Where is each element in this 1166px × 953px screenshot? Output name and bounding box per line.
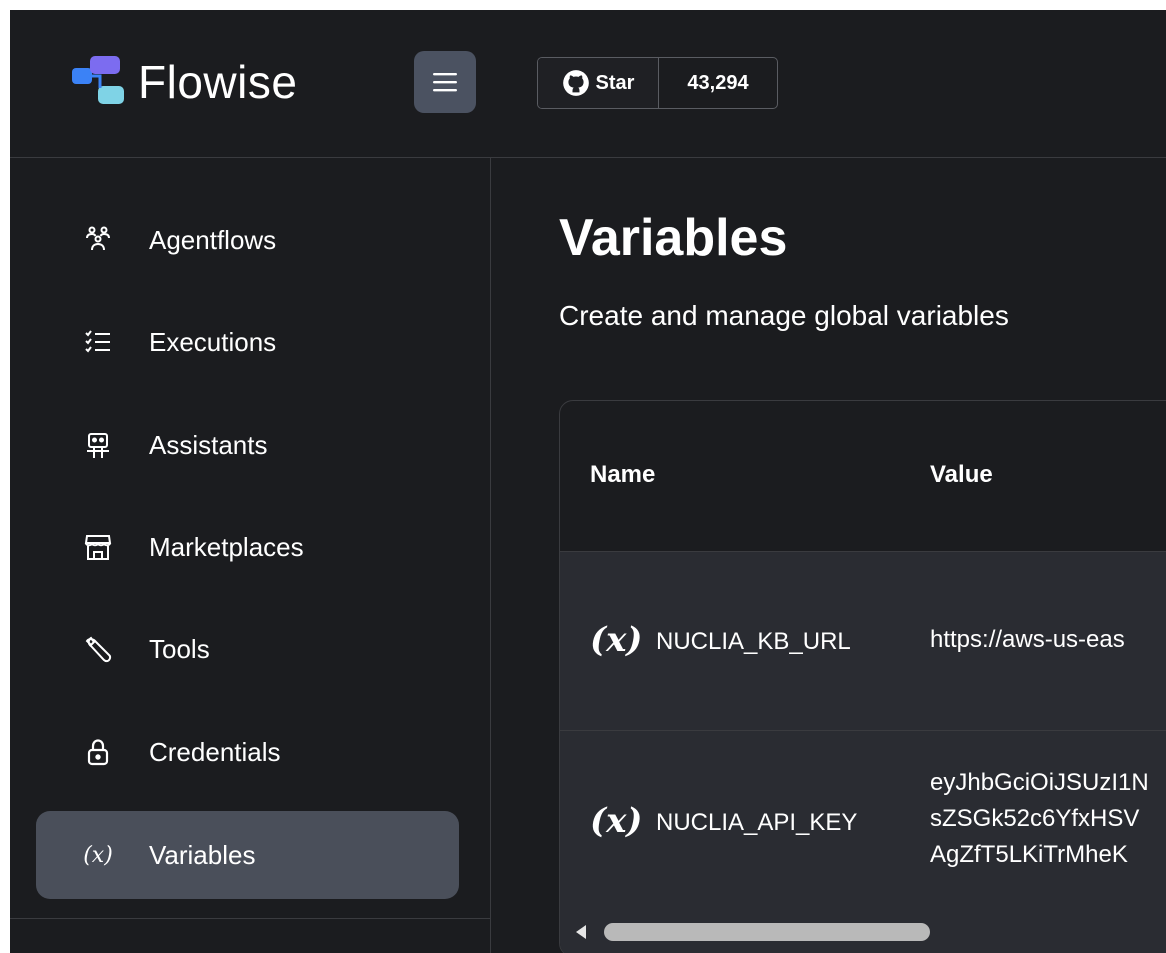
github-icon	[562, 70, 589, 96]
sidebar-item-label: Marketplaces	[149, 531, 304, 562]
variable-value-line: sZSGk52c6YfxHSV	[930, 805, 1140, 832]
column-header-value: Value	[930, 461, 993, 488]
robot-icon	[80, 427, 116, 463]
top-header: Flowise Star 43,294	[10, 10, 1166, 158]
variable-value-line: AgZfT5LKiTrMheK	[930, 841, 1128, 868]
sidebar-item-label: Credentials	[149, 736, 281, 767]
horizontal-scrollbar-thumb[interactable]	[604, 923, 930, 941]
sidebar-item-credentials[interactable]: Credentials	[36, 708, 459, 796]
sidebar-item-executions[interactable]: Executions	[36, 298, 459, 386]
brand-name: Flowise	[138, 56, 298, 108]
variables-table: Name Value (x) NUCLIA_KB_URL https://aws…	[559, 400, 1166, 953]
sidebar-divider	[10, 918, 490, 919]
variable-icon: (x)	[83, 842, 113, 868]
table-row[interactable]: (x) NUCLIA_KB_URL https://aws-us-eas	[560, 552, 1166, 731]
sidebar-item-variables[interactable]: (x) Variables	[36, 811, 459, 899]
table-row[interactable]: (x) NUCLIA_API_KEY eyJhbGciOiJSUzI1N sZS…	[560, 731, 1166, 953]
menu-toggle-button[interactable]	[414, 51, 476, 113]
github-star-widget[interactable]: Star 43,294	[537, 57, 778, 109]
agentflows-icon	[80, 222, 116, 258]
sidebar-item-label: Variables	[149, 839, 256, 870]
executions-icon	[80, 324, 116, 360]
scroll-left-arrow-icon[interactable]	[576, 925, 586, 939]
variable-name: NUCLIA_KB_URL	[656, 628, 851, 655]
lock-icon	[80, 734, 116, 770]
flowise-logo-icon	[72, 56, 124, 104]
app-window: Flowise Star 43,294 Agentflows Execution…	[10, 10, 1166, 953]
sidebar: Agentflows Executions Assistants Marketp…	[10, 158, 491, 953]
sidebar-item-label: Tools	[149, 633, 210, 664]
variable-value: https://aws-us-eas	[930, 626, 1125, 653]
wrench-icon	[80, 631, 116, 667]
variable-value: eyJhbGciOiJSUzI1N sZSGk52c6YfxHSV AgZfT5…	[930, 765, 1149, 873]
sidebar-item-agentflows[interactable]: Agentflows	[36, 196, 459, 284]
hamburger-icon	[433, 73, 457, 92]
sidebar-item-label: Assistants	[149, 429, 268, 460]
variable-value-line: eyJhbGciOiJSUzI1N	[930, 769, 1149, 796]
variable-icon: (x)	[590, 801, 643, 841]
page-subtitle: Create and manage global variables	[559, 300, 1009, 331]
star-count[interactable]: 43,294	[659, 58, 777, 108]
sidebar-item-tools[interactable]: Tools	[36, 605, 459, 693]
github-star-button[interactable]: Star	[538, 58, 659, 108]
column-header-name: Name	[590, 461, 656, 488]
variable-icon: (x)	[590, 620, 643, 660]
star-label: Star	[595, 71, 635, 94]
sidebar-item-label: Executions	[149, 326, 277, 357]
sidebar-item-marketplaces[interactable]: Marketplaces	[36, 503, 459, 591]
table-header-row: Name Value	[560, 401, 1166, 552]
store-icon	[80, 529, 116, 565]
sidebar-item-label: Agentflows	[149, 224, 277, 255]
page-title: Variables	[559, 209, 788, 267]
main-content: Variables Create and manage global varia…	[491, 158, 1166, 953]
sidebar-item-assistants[interactable]: Assistants	[36, 401, 459, 489]
variable-name: NUCLIA_API_KEY	[656, 809, 858, 836]
